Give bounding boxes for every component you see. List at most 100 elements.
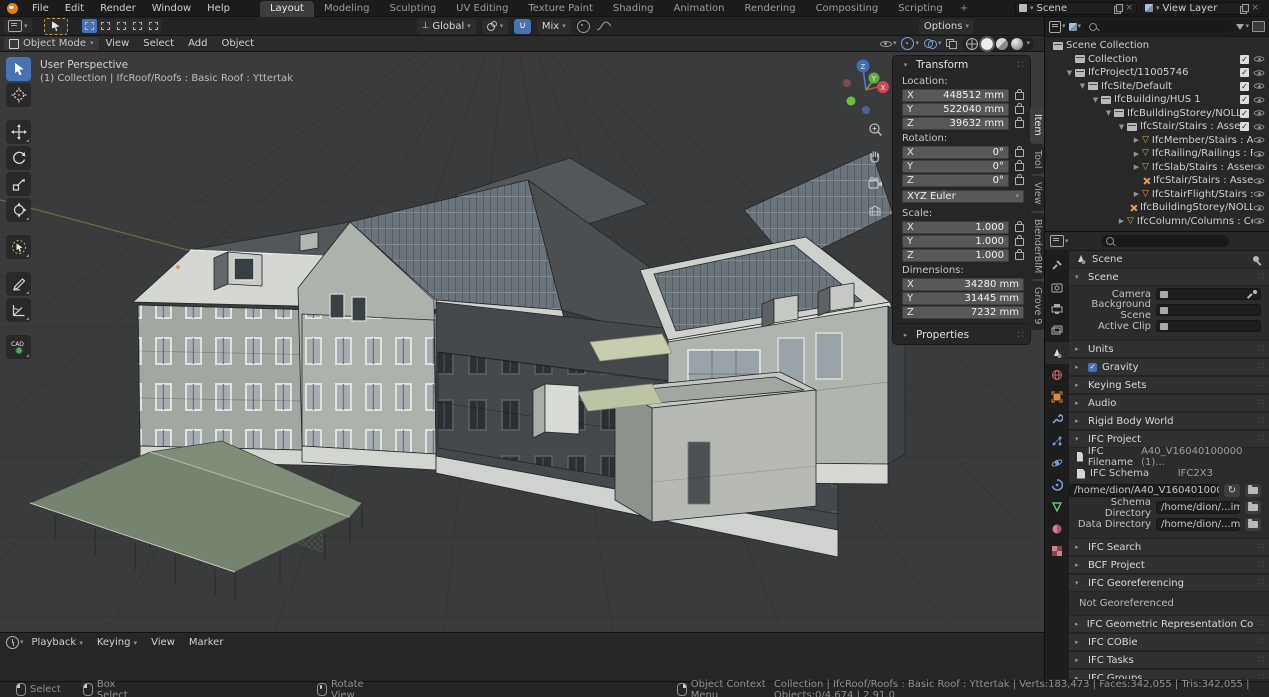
location-x-field[interactable]: X448512 mm	[902, 89, 1009, 102]
sidebar-tab-tool[interactable]: Tool	[1030, 144, 1044, 174]
panel-rigid-body[interactable]: ▸Rigid Body World∷	[1069, 412, 1269, 430]
menu-file[interactable]: File	[24, 3, 57, 14]
outliner-row-ifcbuildingstorey[interactable]: ▼ IfcBuildingStorey/NOLLNIVÅ ✓	[1045, 107, 1269, 121]
tool-annotate[interactable]	[6, 272, 31, 296]
reload-button[interactable]: ↻	[1224, 484, 1240, 497]
panel-ifc-search[interactable]: ▸IFC Search∷	[1069, 538, 1269, 556]
lock-icon[interactable]	[1015, 106, 1024, 114]
menu-add[interactable]: Add	[181, 38, 214, 49]
panel-ifc-geom-contexts[interactable]: ▸IFC Geometric Representation Contexts∷	[1069, 615, 1269, 633]
tab-animation[interactable]: Animation	[664, 1, 735, 17]
shading-solid[interactable]	[981, 38, 993, 50]
hide-eye-icon[interactable]	[1254, 149, 1265, 158]
outliner-display-mode-dropdown[interactable]: ▾	[1049, 21, 1066, 33]
expand-arrow-icon[interactable]: ▶	[1116, 217, 1127, 225]
lock-icon[interactable]	[1015, 238, 1024, 246]
sidebar-tab-blenderbim[interactable]: BlenderBIM	[1030, 213, 1044, 279]
snap-settings-dropdown[interactable]: Mix▾	[537, 19, 571, 34]
tab-compositing[interactable]: Compositing	[806, 1, 889, 17]
tool-move[interactable]	[6, 120, 31, 144]
select-mode-subtract[interactable]	[114, 19, 129, 33]
outliner-row-ifcsite[interactable]: ▼ IfcSite/Default ✓	[1045, 80, 1269, 94]
outliner-row-ifccolumn[interactable]: ▶▽ IfcColumn/Columns : Ce	[1045, 215, 1269, 229]
eyedropper-icon[interactable]	[1248, 290, 1257, 299]
transform-orientation-dropdown[interactable]: ⊥ Global ▾	[417, 19, 476, 34]
timeline-editor-type-dropdown[interactable]: ▾	[6, 636, 24, 649]
scale-z-field[interactable]: Z1.000	[902, 249, 1009, 262]
hide-eye-icon[interactable]	[1254, 136, 1265, 145]
tab-particles-icon[interactable]	[1045, 430, 1069, 452]
view-layer-selector[interactable]: ▾ View Layer ×	[1141, 2, 1263, 15]
zoom-button[interactable]	[864, 118, 886, 140]
shading-wireframe[interactable]	[966, 38, 978, 50]
menu-select[interactable]: Select	[136, 38, 181, 49]
snap-toggle[interactable]: ∪	[514, 19, 531, 34]
collapse-arrow-icon[interactable]: ▼	[1064, 69, 1075, 77]
outliner-row-ifcbuilding[interactable]: ▼ IfcBuilding/HUS 1 ✓	[1045, 93, 1269, 107]
properties-subpanel-header[interactable]: ▸ Properties ∷	[893, 327, 1030, 342]
tool-cursor[interactable]	[6, 83, 31, 107]
dimensions-z-field[interactable]: Z7232 mm	[902, 306, 1024, 319]
camera-field[interactable]	[1156, 288, 1261, 300]
background-scene-field[interactable]	[1156, 304, 1261, 316]
tab-rendering[interactable]: Rendering	[734, 1, 805, 17]
rotation-y-field[interactable]: Y0°	[902, 160, 1009, 173]
outliner-filter-type-dropdown[interactable]: ▾	[1069, 23, 1082, 31]
menu-playback[interactable]: Playback ▾	[26, 637, 89, 648]
tab-scene-icon[interactable]	[1045, 342, 1069, 364]
outliner-row-root[interactable]: Scene Collection	[1045, 39, 1269, 53]
hide-eye-icon[interactable]	[1254, 203, 1265, 212]
tab-output-icon[interactable]	[1045, 298, 1069, 320]
checkbox[interactable]: ✓	[1240, 95, 1249, 104]
tab-layout[interactable]: Layout	[260, 1, 314, 17]
hide-eye-icon[interactable]	[1254, 68, 1265, 77]
gizmos-dropdown[interactable]: ▾	[901, 37, 919, 50]
tab-view-layer-icon[interactable]	[1045, 320, 1069, 342]
menu-timeline-view[interactable]: View	[145, 637, 181, 648]
tool-cad[interactable]: CAD	[6, 335, 31, 359]
lock-icon[interactable]	[1015, 163, 1024, 171]
panel-ifc-cobie[interactable]: ▸IFC COBie∷	[1069, 633, 1269, 651]
tab-material-icon[interactable]	[1045, 518, 1069, 540]
tab-sculpting[interactable]: Sculpting	[379, 1, 446, 17]
tab-scripting[interactable]: Scripting	[888, 1, 952, 17]
add-workspace-button[interactable]: +	[953, 1, 975, 17]
collapse-arrow-icon[interactable]: ▼	[1090, 96, 1101, 104]
shading-rendered[interactable]	[1011, 38, 1023, 50]
remove-view-layer-icon[interactable]: ×	[1251, 3, 1259, 13]
collapse-arrow-icon[interactable]: ▼	[1116, 123, 1127, 131]
mode-dropdown[interactable]: Object Mode ▾	[4, 37, 99, 50]
tool-scale[interactable]	[6, 172, 31, 196]
menu-window[interactable]: Window	[144, 3, 199, 14]
tab-tool-icon[interactable]	[1045, 254, 1069, 276]
outliner-row-ifcslab[interactable]: ▶▽ IfcSlab/Stairs : Assen	[1045, 161, 1269, 175]
lock-icon[interactable]	[1015, 120, 1024, 128]
scale-x-field[interactable]: X1.000	[902, 221, 1009, 234]
tab-modeling[interactable]: Modeling	[314, 1, 380, 17]
panel-keying-sets[interactable]: ▸Keying Sets∷	[1069, 376, 1269, 394]
dimensions-x-field[interactable]: X34280 mm	[902, 278, 1024, 291]
hide-eye-icon[interactable]	[1254, 95, 1265, 104]
rotation-x-field[interactable]: X0°	[902, 146, 1009, 159]
visibility-dropdown[interactable]: ▾	[880, 39, 897, 49]
outliner-row-ifcstair[interactable]: ▼ IfcStair/Stairs : Assemble ✓	[1045, 120, 1269, 134]
shading-material[interactable]	[996, 38, 1008, 50]
transform-panel-header[interactable]: ▾ Transform ∷	[893, 56, 1030, 74]
panel-audio[interactable]: ▸Audio∷	[1069, 394, 1269, 412]
menu-render[interactable]: Render	[92, 3, 144, 14]
gravity-checkbox[interactable]: ✓	[1088, 363, 1097, 372]
outliner-row-ifcstairflight[interactable]: ▶▽ IfcStairFlight/Stairs :	[1045, 188, 1269, 202]
checkbox[interactable]: ✓	[1240, 109, 1249, 118]
lock-icon[interactable]	[1015, 177, 1024, 185]
outliner-row-ifcrailing[interactable]: ▶▽ IfcRailing/Railings : F	[1045, 147, 1269, 161]
menu-marker[interactable]: Marker	[183, 637, 230, 648]
panel-ifc-tasks[interactable]: ▸IFC Tasks∷	[1069, 651, 1269, 669]
checkbox[interactable]: ✓	[1240, 55, 1249, 64]
orientation-gizmo[interactable]: Z Y X	[836, 56, 896, 116]
xray-toggle[interactable]	[946, 39, 957, 49]
options-dropdown[interactable]: Options▾	[919, 19, 974, 34]
tool-tweak-select[interactable]	[6, 235, 31, 259]
hide-eye-icon[interactable]	[1254, 55, 1265, 64]
hide-eye-icon[interactable]	[1254, 82, 1265, 91]
lock-icon[interactable]	[1015, 224, 1024, 232]
